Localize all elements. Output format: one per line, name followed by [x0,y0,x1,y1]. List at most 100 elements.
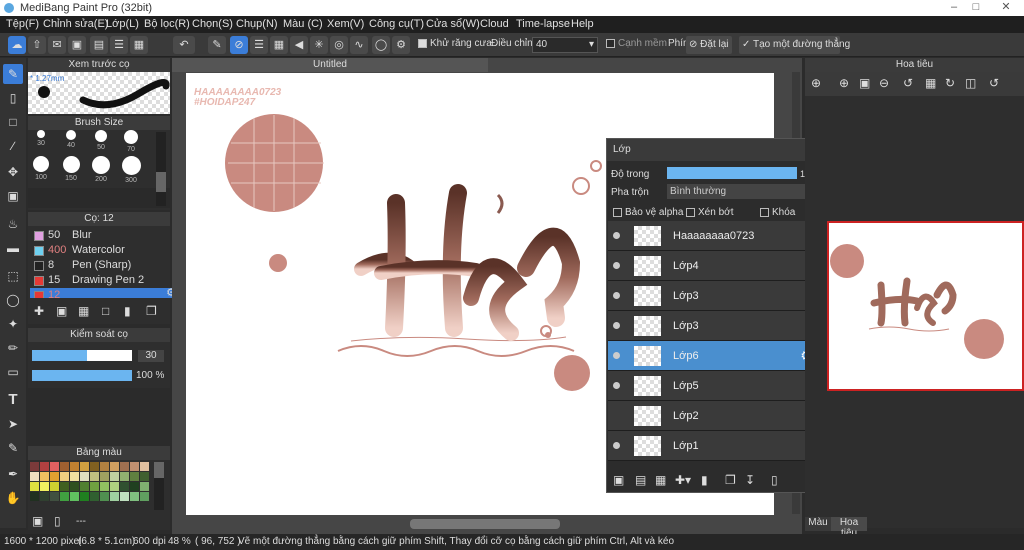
perspective-icon[interactable]: ◯ [372,36,390,54]
operation-tool-icon[interactable]: ➤ [3,414,23,434]
rotate-right-icon[interactable]: ↻ [945,76,955,90]
canvas-horizontal-scrollbar[interactable] [410,519,560,529]
zoom-in-icon[interactable]: ⊕ [811,76,821,90]
eyedropper-icon[interactable]: ✒ [3,464,23,484]
undo-icon[interactable]: ↶ [173,36,195,54]
layer-row[interactable]: Lớp5 [608,371,816,401]
duplicate-layer-icon[interactable]: ❐ [725,473,736,487]
menu-tools[interactable]: Công cụ(T) [369,18,424,30]
brush-size-30[interactable]: 30 [28,130,54,147]
menu-timelapse[interactable]: Time-lapse [516,18,570,30]
fit-icon[interactable]: ▣ [859,76,870,90]
pen-icon[interactable]: ✎ [208,36,226,54]
menu-cloud[interactable]: Cloud [480,18,509,30]
menu-select[interactable]: Chọn(S) [192,18,233,30]
menu-edit[interactable]: Chỉnh sửa(E) [43,18,108,30]
layer-opacity-slider[interactable] [667,167,797,179]
layer-row[interactable]: Lớp3 [608,311,816,341]
navigator-preview[interactable] [827,221,1024,391]
cross-snap-icon[interactable]: ▦ [270,36,288,54]
menu-capture[interactable]: Chụp(N) [236,18,278,30]
move-tool-icon[interactable]: ✥ [3,162,23,182]
eye-icon[interactable] [613,442,620,449]
add-brush-icon[interactable]: ✚ [34,304,44,318]
eye-icon[interactable] [613,352,620,359]
antialias-toggle[interactable]: Khử răng cưa [418,38,492,49]
protect-alpha-checkbox[interactable] [613,207,622,217]
menu-help[interactable]: Help [571,18,594,30]
list-icon[interactable]: ☰ [110,36,128,54]
brush-size-70[interactable]: 70 [118,130,144,153]
select-eraser-icon[interactable]: ▭ [3,362,23,382]
select-tool-icon[interactable]: ▣ [3,186,23,206]
marquee-tool-icon[interactable]: ⬚ [3,266,23,286]
rectangle-tool-icon[interactable]: □ [3,112,23,132]
menu-color[interactable]: Màu (C) [283,18,323,30]
eye-icon[interactable] [613,382,620,389]
menu-window[interactable]: Cửa sổ(W) [426,18,480,30]
curve-snap-icon[interactable]: ∿ [350,36,368,54]
eraser-tool-icon[interactable]: ▯ [3,88,23,108]
hand-tool-icon[interactable]: ✋ [3,488,23,508]
duplicate-icon[interactable]: ❐ [146,304,157,318]
add-layer-dropdown-icon[interactable]: ✚▾ [675,473,691,487]
brush-item-drawing-pen-2[interactable]: 15 Drawing Pen 2 [30,273,180,288]
clip-checkbox[interactable] [686,207,695,217]
document-icon[interactable]: ▤ [90,36,108,54]
canvas-tab[interactable]: Untitled [172,58,488,72]
brush-item-pen-sharp[interactable]: 8 Pen (Sharp) [30,258,180,273]
tab-navigator[interactable]: Hoa tiêu [831,517,867,539]
zoom-in-alt-icon[interactable]: ⊕ [839,76,849,90]
brush-tool-icon[interactable]: ✎ [3,64,23,84]
menu-filter[interactable]: Bộ lọc(R) [144,18,190,30]
chat-icon[interactable]: ✉ [48,36,66,54]
layer-row[interactable]: Lớp1 [608,431,816,461]
smooth-checkbox[interactable] [606,38,615,48]
lasso-tool-icon[interactable]: ◯ [3,290,23,310]
line-tool-icon[interactable]: ∕ [3,136,23,156]
eye-icon[interactable] [613,262,620,269]
rotate-left-icon[interactable]: ↺ [903,76,913,90]
new-layer-icon[interactable]: ▣ [613,473,624,487]
comment-icon[interactable]: ▣ [68,36,86,54]
maximize-icon[interactable]: □ [970,1,982,13]
divide-tool-icon[interactable]: ✎ [3,438,23,458]
layer-row[interactable]: Lớp6⚙ [608,341,816,371]
eye-icon[interactable] [613,322,620,329]
palette-swatches[interactable] [30,462,150,510]
brush-item-blur[interactable]: 50 Blur [30,228,180,243]
new-8bit-layer-icon[interactable]: ▦ [655,473,666,487]
layer-row[interactable]: Lớp2 [608,401,816,431]
brush-size-slider[interactable] [32,350,132,361]
parallel-snap-icon[interactable]: ☰ [250,36,268,54]
reset-view-icon[interactable]: ↺ [989,76,999,90]
gradient-tool-icon[interactable]: ▬ [3,238,23,258]
no-snap-icon[interactable]: ⊘ [230,36,248,54]
brush-opacity-slider[interactable] [32,370,132,381]
fill-tool-icon[interactable]: ♨ [3,214,23,234]
copy-brush-icon[interactable]: ▦ [78,304,89,318]
brush-size-50[interactable]: 50 [88,130,114,151]
tab-color[interactable]: Màu [805,517,831,531]
layer-row[interactable]: Lớp4 [608,251,816,281]
smooth-toggle[interactable]: Cạnh mềm [606,38,667,49]
lock-toggle[interactable]: Khóa [760,207,795,218]
protect-alpha-toggle[interactable]: Bảo vệ alpha [613,207,683,218]
brush-size-40[interactable]: 40 [58,130,84,149]
circle-snap-icon[interactable]: ◎ [330,36,348,54]
new-brush-icon[interactable]: ▣ [56,304,67,318]
brush-size-100[interactable]: 100 [28,156,54,181]
add-palette-icon[interactable]: ▣ [32,514,43,528]
brush-size-200[interactable]: 200 [88,156,114,183]
eye-icon[interactable] [613,232,620,239]
zoom-out-icon[interactable]: ⊖ [879,76,889,90]
radial-snap-icon[interactable]: ✳ [310,36,328,54]
close-icon[interactable]: ✕ [1000,1,1012,13]
menu-view[interactable]: Xem(V) [327,18,364,30]
merge-layer-icon[interactable]: ↧ [745,473,755,487]
clip-toggle[interactable]: Xén bớt [686,207,733,218]
menu-file[interactable]: Tệp(F) [6,18,39,30]
reset-button[interactable]: ⊘ Đặt lại [686,36,732,54]
lock-checkbox[interactable] [760,207,769,217]
new-halftone-layer-icon[interactable]: ▤ [635,473,646,487]
